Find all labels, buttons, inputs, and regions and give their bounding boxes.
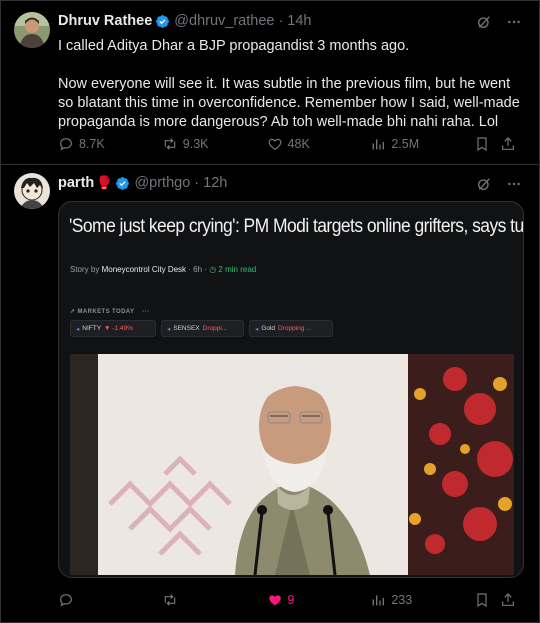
grok-icon[interactable] <box>476 14 492 30</box>
chart-icon: ⇗ <box>70 309 76 315</box>
like-count: 9 <box>287 593 295 607</box>
reply-icon <box>60 594 72 607</box>
grok-icon[interactable] <box>476 176 492 192</box>
article-headline: 'Some just keep crying': PM Modi targets… <box>69 216 524 237</box>
view-count: 233 <box>391 593 413 607</box>
more-icon[interactable] <box>506 14 522 30</box>
like-icon <box>268 138 281 151</box>
share-button[interactable] <box>500 136 520 152</box>
repost-count: 9.3K <box>182 137 209 151</box>
like-button[interactable]: 9 <box>267 592 371 608</box>
markets-heading: ⇗ MARKETS TODAY ··· <box>70 308 150 315</box>
author-name[interactable]: parth <box>58 175 94 191</box>
article-photo <box>70 354 514 575</box>
markets-more: ··· <box>142 309 150 315</box>
markets-title: MARKETS TODAY <box>77 309 135 315</box>
author-name[interactable]: Dhruv Rathee <box>58 13 152 29</box>
like-count: 48K <box>287 137 310 151</box>
repost-icon <box>164 138 176 150</box>
tweet-header: Dhruv Rathee @dhruv_rathee · 14h <box>58 13 312 29</box>
market-chips: ◂ NIFTY ▼ -1.49% ◂ SENSEX Droppi... ◂ Go… <box>70 320 333 337</box>
byline-prefix: Story by <box>70 265 100 274</box>
views-button[interactable]: 233 <box>370 592 474 608</box>
views-icon <box>372 595 385 606</box>
market-chip: ◂ SENSEX Droppi... <box>161 320 244 337</box>
read-time: 2 min read <box>218 265 257 274</box>
tweet-paragraph: Now everyone will see it. It was subtle … <box>58 76 520 130</box>
tweet-header: parth 🥊 @prthgo · 12h <box>58 175 227 191</box>
boxing-glove-icon: 🥊 <box>96 175 113 190</box>
chip-change: Dropping ... <box>278 325 312 332</box>
article-byline: Story by Moneycontrol City Desk · 6h · ◷… <box>70 265 256 274</box>
chip-change: Droppi... <box>202 325 228 332</box>
repost-icon <box>164 594 176 606</box>
author-handle[interactable]: @dhruv_rathee <box>174 13 274 29</box>
verified-badge-icon <box>156 14 170 28</box>
avatar[interactable] <box>14 12 50 48</box>
avatar[interactable] <box>14 173 50 209</box>
bookmark-icon <box>477 593 487 608</box>
like-icon <box>268 595 281 606</box>
tweet-paragraph: I called Aditya Dhar a BJP propagandist … <box>58 38 410 54</box>
timestamp[interactable]: 12h <box>203 175 227 191</box>
repost-button[interactable] <box>162 592 267 608</box>
bookmark-button[interactable] <box>474 592 500 608</box>
reply-count: 8.7K <box>79 137 105 151</box>
tweet-text: I called Aditya Dhar a BJP propagandist … <box>58 37 520 132</box>
market-chip: ◂ NIFTY ▼ -1.49% <box>70 320 156 337</box>
share-icon <box>502 137 514 150</box>
chip-name: SENSEX <box>173 325 200 332</box>
share-icon <box>502 593 514 606</box>
chip-name: Gold <box>261 325 275 332</box>
view-count: 2.5M <box>391 137 420 151</box>
share-button[interactable] <box>500 592 520 608</box>
author-handle[interactable]: @prthgo <box>134 175 190 191</box>
chip-change: ▼ -1.49% <box>104 325 133 332</box>
index-icon: ◂ <box>255 325 259 333</box>
reply-button[interactable] <box>58 592 162 608</box>
timestamp[interactable]: 14h <box>287 13 311 29</box>
index-icon: ◂ <box>76 325 80 333</box>
tweet-top-icons <box>476 176 522 192</box>
separator-dot: · <box>278 13 284 29</box>
chip-name: NIFTY <box>82 325 102 332</box>
separator-dot: · <box>194 175 200 191</box>
byline-time: · 6h · <box>188 265 207 274</box>
repost-button[interactable]: 9.3K <box>162 136 267 152</box>
action-bar: 8.7K 9.3K 48K 2.5M <box>58 136 520 152</box>
action-bar: 9 233 <box>58 592 520 608</box>
byline-source: Moneycontrol City Desk <box>101 265 187 274</box>
clock-icon: ◷ <box>209 265 217 274</box>
views-icon <box>372 139 385 150</box>
like-button[interactable]: 48K <box>267 136 371 152</box>
more-icon[interactable] <box>506 176 522 192</box>
bookmark-icon <box>477 137 487 152</box>
index-icon: ◂ <box>167 325 171 333</box>
views-button[interactable]: 2.5M <box>370 136 474 152</box>
market-chip: ◂ Gold Dropping ... <box>249 320 333 337</box>
tweet-dhruv[interactable]: Dhruv Rathee @dhruv_rathee · 14h I calle… <box>0 0 540 163</box>
bookmark-button[interactable] <box>474 136 500 152</box>
verified-badge-icon <box>116 176 130 190</box>
reply-icon <box>60 138 72 151</box>
tweet-top-icons <box>476 14 522 30</box>
article-screenshot[interactable]: 'Some just keep crying': PM Modi targets… <box>58 201 524 578</box>
reply-button[interactable]: 8.7K <box>58 136 162 152</box>
